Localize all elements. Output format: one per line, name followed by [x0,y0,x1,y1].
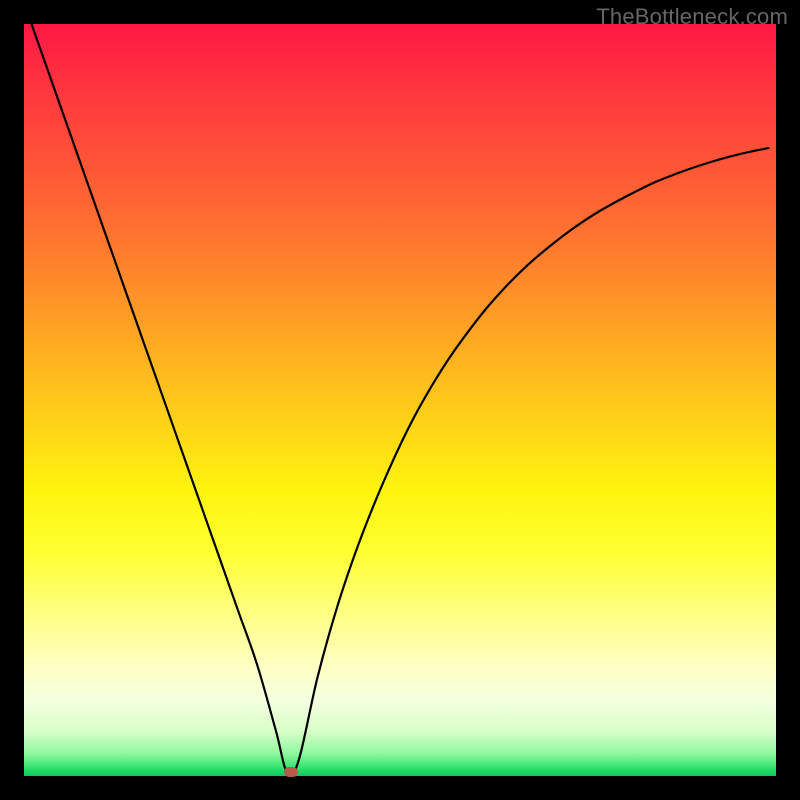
chart-frame: TheBottleneck.com [0,0,800,800]
curve-svg [24,24,776,776]
optimal-marker [284,767,298,777]
bottleneck-curve [32,24,769,776]
watermark-text: TheBottleneck.com [596,4,788,30]
plot-area [24,24,776,776]
